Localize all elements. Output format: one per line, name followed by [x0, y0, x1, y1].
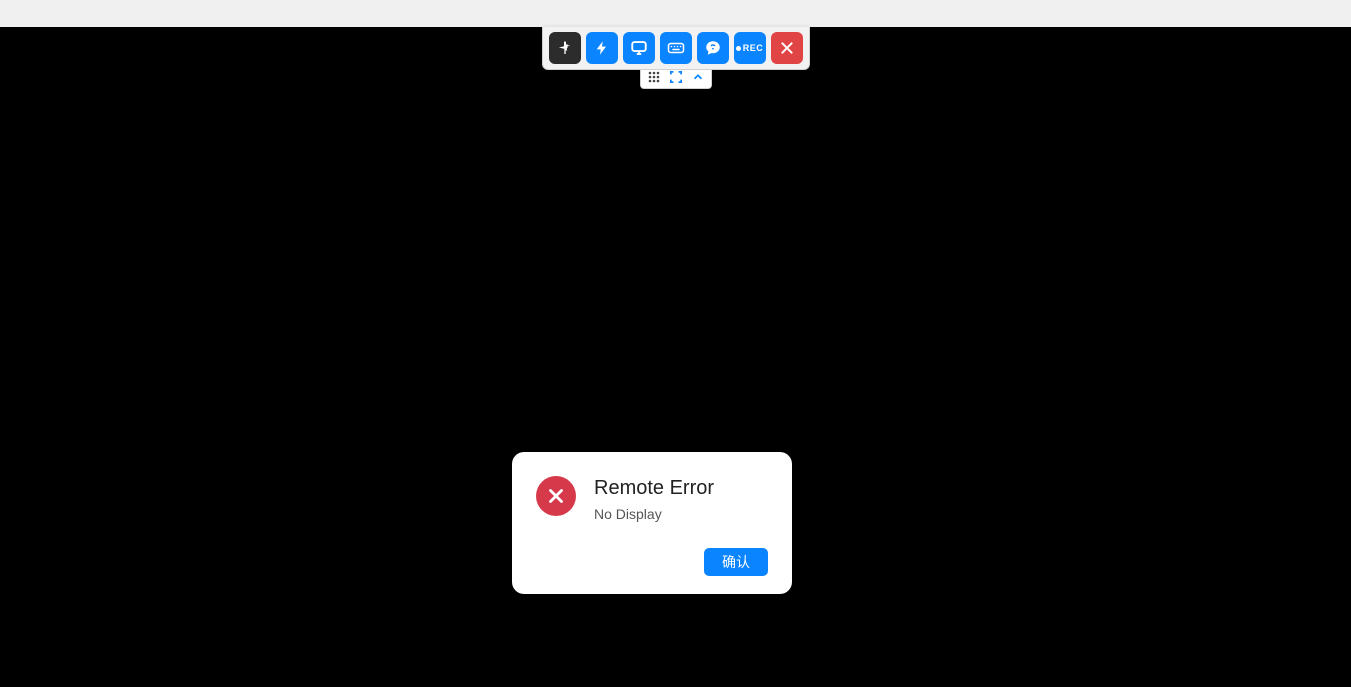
chevron-up-icon	[692, 70, 704, 88]
record-button[interactable]: REC	[734, 32, 766, 64]
record-icon: REC	[736, 43, 764, 53]
browser-topbar	[0, 0, 1351, 27]
remote-toolbar: REC	[542, 27, 810, 70]
close-button[interactable]	[771, 32, 803, 64]
display-button[interactable]	[623, 32, 655, 64]
action-button[interactable]	[586, 32, 618, 64]
fullscreen-icon	[670, 70, 682, 88]
keyboard-button[interactable]	[660, 32, 692, 64]
collapse-button[interactable]	[691, 72, 705, 86]
confirm-button[interactable]: 确认	[704, 548, 768, 576]
pin-button[interactable]	[549, 32, 581, 64]
pin-icon	[557, 40, 573, 56]
close-icon	[779, 40, 795, 56]
error-icon	[536, 476, 576, 516]
remote-viewport: REC	[0, 27, 1351, 687]
dialog-message: No Display	[594, 506, 768, 522]
keyboard-icon	[667, 39, 685, 57]
chat-icon	[704, 39, 722, 57]
dialog-actions: 确认	[536, 548, 768, 576]
lightning-icon	[594, 40, 610, 56]
dialog-text: Remote Error No Display	[594, 476, 768, 522]
grid-button[interactable]	[647, 72, 661, 86]
toolbar-container: REC	[542, 27, 810, 89]
dialog-title: Remote Error	[594, 476, 768, 500]
grid-icon	[648, 70, 660, 88]
sub-toolbar	[640, 70, 712, 89]
fullscreen-button[interactable]	[669, 72, 683, 86]
record-label: REC	[743, 43, 764, 53]
chat-button[interactable]	[697, 32, 729, 64]
error-dialog: Remote Error No Display 确认	[512, 452, 792, 594]
monitor-icon	[630, 39, 648, 57]
dialog-body: Remote Error No Display	[536, 476, 768, 522]
